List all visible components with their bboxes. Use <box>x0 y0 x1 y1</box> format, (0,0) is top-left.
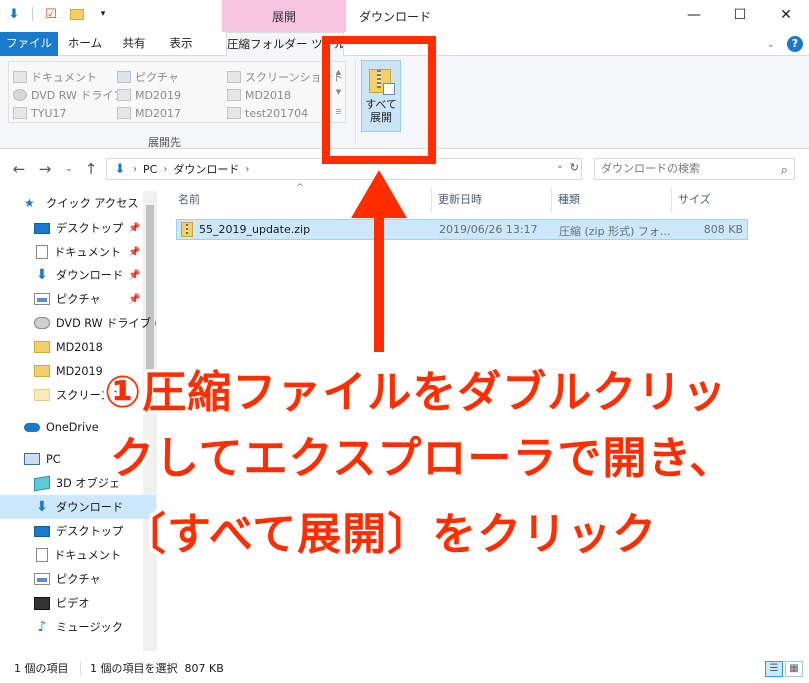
annotation-arrow <box>351 170 407 352</box>
annotation-arrow-head <box>351 170 407 218</box>
annotation-arrow-shaft <box>374 216 384 352</box>
explorer-window: ⬇ ☑ ▾ 展開 ダウンロード — ☐ ✕ ファイル ホーム 共有 表示 圧縮フ… <box>0 0 809 683</box>
annotation-text-line3: 〔すべて展開〕をクリック <box>122 509 658 560</box>
annotation-text-line1: ①圧縮ファイルをダブルクリッ <box>104 367 728 418</box>
annotation-text-line2: クしてエクスプローラで開き、 <box>110 433 735 484</box>
